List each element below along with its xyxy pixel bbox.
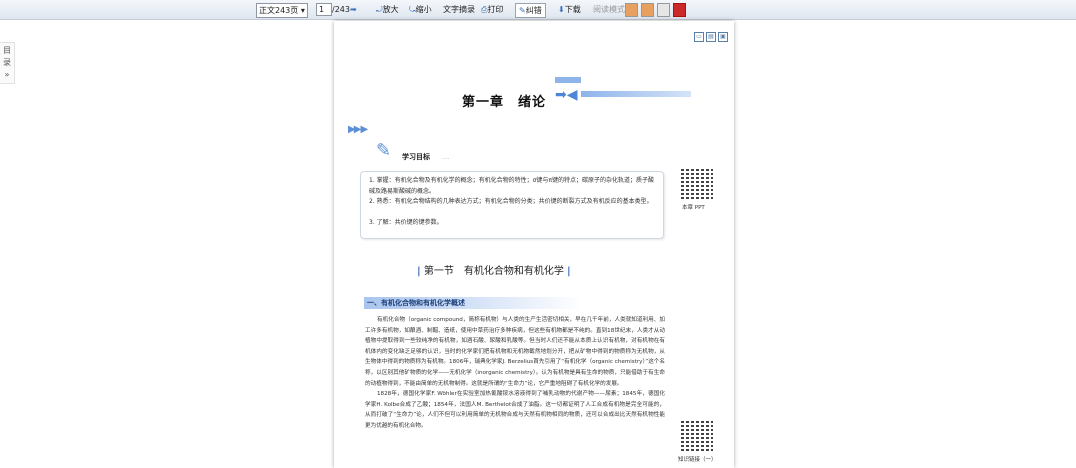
objectives-label: 学习目标: [402, 153, 430, 161]
zoom-out-icon: ⤿: [409, 5, 416, 14]
page-total-label: /243: [332, 5, 350, 14]
zoom-out-button[interactable]: ⤿缩小: [409, 3, 432, 16]
print-label: 打印: [487, 5, 504, 14]
expand-icon[interactable]: »: [0, 69, 14, 81]
chapter-title: 第一章 绪论: [462, 95, 547, 110]
objective-item: 2. 熟悉：有机化合物结构的几种表达方式；有机化合物的分类；共价键的断裂方式及有…: [369, 198, 653, 205]
paragraph: 1828年，德国化学家F. Wöhler在实验室加热氰酸铵水溶液得到了哺乳动物的…: [365, 391, 665, 429]
page-range-select[interactable]: 正文243页 ▾: [256, 3, 308, 18]
section-title: | 第一节 有机化合物和有机化学 |: [417, 262, 571, 277]
zoom-in-icon: ⤾: [376, 5, 383, 14]
objectives-divider: ....: [442, 154, 450, 161]
chapter-deco-line: [581, 91, 691, 97]
page-navigator: 1/243➡: [316, 3, 357, 16]
single-page-view-icon[interactable]: [625, 3, 638, 17]
section-bar-left: |: [417, 266, 421, 277]
zoom-in-label: 放大: [382, 5, 399, 14]
qr-caption-knowledge-link: 知识链接（一）: [678, 457, 717, 463]
chapter-arrow-icon: ➡◀: [555, 87, 578, 103]
zoom-in-button[interactable]: ⤾放大: [376, 3, 399, 16]
section-marker-icon: ▶▶ ▶: [348, 124, 368, 135]
section-bar-right: |: [567, 266, 571, 277]
edit-icon: ✎: [519, 6, 526, 15]
paragraph: 有机化合物（organic compound，简称有机物）与人类的生产生活密切相…: [365, 317, 665, 387]
page-range-select-value: 正文243页: [259, 6, 299, 15]
objective-item: 3. 了解：共价键的键参数。: [369, 219, 443, 226]
scroll-view-icon[interactable]: [657, 3, 670, 17]
zoom-out-label: 缩小: [415, 5, 432, 14]
fullscreen-icon[interactable]: [673, 3, 686, 17]
toc-label: 目录: [3, 46, 11, 67]
page-tools: ▭ ▤ ▣: [692, 23, 728, 42]
toc-tab[interactable]: 目录 »: [0, 42, 15, 84]
objective-item: 1. 掌握：有机化合物及有机化学的概念；有机化合物的特性；σ键与π键的特点；碳原…: [369, 177, 655, 195]
double-page-view-icon[interactable]: [641, 3, 654, 17]
qr-code-knowledge-link[interactable]: [681, 419, 713, 451]
page-fit-icon[interactable]: ▭: [694, 32, 704, 42]
page-actual-icon[interactable]: ▣: [718, 32, 728, 42]
section-title-text: 第一节 有机化合物和有机化学: [423, 266, 564, 277]
qr-caption-ppt: 本章 PPT: [682, 205, 705, 211]
page-number-input[interactable]: 1: [316, 3, 332, 16]
print-button[interactable]: ⎙打印: [481, 3, 503, 16]
correction-label: 纠错: [525, 6, 542, 15]
download-icon: ⬇: [558, 5, 565, 14]
chapter-deco-bar: [555, 77, 581, 83]
text-extract-label: 文字摘录: [443, 5, 475, 14]
download-label: 下载: [564, 5, 581, 14]
page-width-icon[interactable]: ▤: [706, 32, 716, 42]
objectives-box: 1. 掌握：有机化合物及有机化学的概念；有机化合物的特性；σ键与π键的特点；碳原…: [360, 171, 664, 239]
qr-code-ppt[interactable]: [681, 167, 713, 199]
subsection-title: 一、有机化合物和有机化学概述: [364, 297, 582, 309]
download-button[interactable]: ⬇下载: [558, 3, 581, 16]
text-extract-button[interactable]: 文字摘录: [443, 3, 475, 16]
body-text: 有机化合物（organic compound，简称有机物）与人类的生产生活密切相…: [365, 315, 665, 432]
correction-button[interactable]: ✎纠错: [515, 3, 546, 18]
read-mode-label: 阅读模式: [593, 5, 625, 14]
pen-paper-icon: ✎: [376, 140, 392, 161]
go-arrow-icon[interactable]: ➡: [350, 5, 357, 14]
document-page: ▭ ▤ ▣ ➡◀ 第一章 绪论 ▶▶ ▶ ✎ 学习目标 .... 1. 掌握：有机化…: [334, 21, 734, 468]
reader-toolbar: 正文243页 ▾ 1/243➡ ⤾放大 ⤿缩小 文字摘录 ⎙打印 ✎纠错 ⬇下载…: [0, 0, 1076, 20]
